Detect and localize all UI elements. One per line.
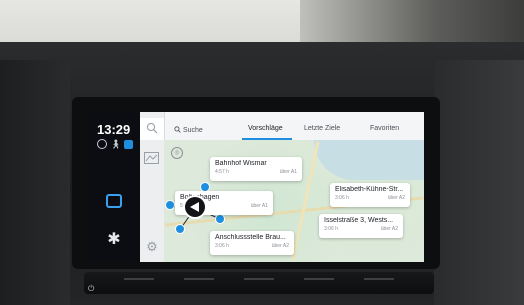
recenter-icon[interactable]: ◎ xyxy=(171,147,183,159)
hardware-button[interactable] xyxy=(244,278,274,280)
clock: 13:29 xyxy=(97,122,131,137)
tab-vorschlaege-label: Vorschläge xyxy=(248,125,283,132)
suggestion-card[interactable]: Bahnhof Wismar 4:57 h über A1 xyxy=(210,157,302,181)
dashboard-right-panel xyxy=(434,60,524,305)
suggestion-duration: 4:57 h xyxy=(215,169,229,175)
suggestion-node[interactable] xyxy=(201,183,209,191)
dashboard-left-panel xyxy=(0,60,70,305)
tab-letzte-ziele[interactable]: Letzte Ziele xyxy=(304,125,340,132)
suggestion-duration: 3:06 h xyxy=(324,226,338,232)
map-water-area xyxy=(314,140,424,180)
suggestion-node[interactable] xyxy=(176,225,184,233)
suggestion-card[interactable]: Isselstraße 3, Wests... 3:06 h über A2 xyxy=(319,214,403,238)
tab-bar: Suche Vorschläge Letzte Ziele Favoriten xyxy=(164,122,424,141)
gear-icon[interactable]: ✱ xyxy=(106,232,122,248)
vehicle-position-icon xyxy=(185,197,205,217)
status-column: 13:29 🚶︎ ✱ xyxy=(88,112,140,262)
hardware-button[interactable] xyxy=(364,278,394,280)
notification-badge-icon[interactable] xyxy=(124,139,134,149)
suggestion-card[interactable]: Anschlussstelle Brau... 3:06 h über A2 xyxy=(210,231,294,255)
suggestion-node[interactable] xyxy=(216,215,224,223)
app-sidebar: ⚙ xyxy=(140,112,165,262)
tab-suche[interactable]: Suche xyxy=(174,125,203,134)
suggestion-route: über A2 xyxy=(271,243,289,249)
search-icon xyxy=(174,126,181,133)
suggestion-route: über A2 xyxy=(380,226,398,232)
hardware-button[interactable] xyxy=(184,278,214,280)
sidebar-search-button[interactable] xyxy=(140,118,164,140)
suggestion-node[interactable] xyxy=(166,201,174,209)
suggestion-duration: 3:06 h xyxy=(335,195,349,201)
connectivity-icon xyxy=(97,139,107,149)
suggestion-route: über A1 xyxy=(279,169,297,175)
hardware-button[interactable] xyxy=(304,278,334,280)
home-icon[interactable] xyxy=(106,194,122,208)
tab-favoriten-label: Favoriten xyxy=(370,125,400,132)
suggestion-card[interactable]: Elisabeth-Kühne-Str... 3:06 h über A2 xyxy=(330,183,410,207)
map-icon[interactable] xyxy=(144,152,159,164)
physical-button-strip xyxy=(84,272,434,294)
vehicle-arrow-icon xyxy=(190,202,199,212)
suggestion-title: Anschlussstelle Brau... xyxy=(215,234,286,241)
settings-icon[interactable]: ⚙ xyxy=(145,240,159,254)
power-icon[interactable]: ⏻ xyxy=(88,284,94,294)
suggestion-title: Elisabeth-Kühne-Str... xyxy=(335,186,404,193)
search-icon xyxy=(146,122,158,134)
tab-vorschlaege[interactable]: Vorschläge xyxy=(248,125,283,132)
hardware-button[interactable] xyxy=(124,278,154,280)
tab-letzte-ziele-label: Letzte Ziele xyxy=(304,125,341,132)
suggestion-duration: 3:06 h xyxy=(215,243,229,249)
suggestion-title: Isselstraße 3, Wests... xyxy=(324,217,394,224)
tab-suche-label: Suche xyxy=(182,127,203,134)
suggestion-route: über A1 xyxy=(250,203,268,209)
status-icons: 🚶︎ xyxy=(97,138,134,149)
suggestion-title: Bahnhof Wismar xyxy=(215,160,267,167)
suggestion-route: über A2 xyxy=(387,195,405,201)
tab-favoriten[interactable]: Favoriten xyxy=(370,125,399,132)
person-icon: 🚶︎ xyxy=(110,138,122,149)
